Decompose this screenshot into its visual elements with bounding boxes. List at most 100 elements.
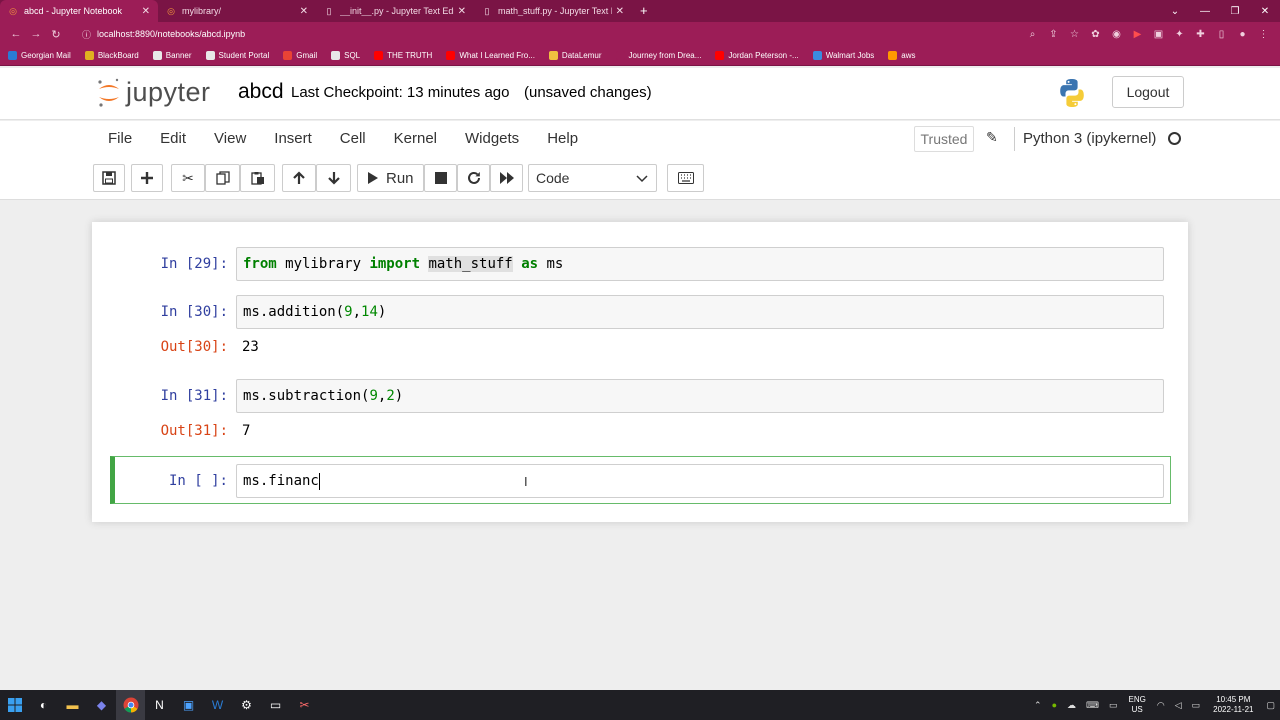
bookmark-student-portal[interactable]: Student Portal [205, 51, 269, 60]
puzzle-icon[interactable]: ✚ [1190, 29, 1211, 40]
cloud-icon[interactable]: ☁ [1062, 700, 1081, 711]
language-indicator[interactable]: ENG US [1123, 695, 1152, 715]
sidebar-icon[interactable]: ▯ [1211, 29, 1232, 40]
close-window-icon[interactable]: ✕ [1250, 0, 1280, 22]
keyboard-icon[interactable]: ⌨ [1081, 700, 1104, 711]
bookmark-gmail[interactable]: Gmail [283, 51, 317, 60]
bookmark-aws[interactable]: aws [888, 51, 916, 60]
menu-kernel[interactable]: Kernel [380, 130, 451, 147]
menu-help[interactable]: Help [533, 130, 592, 147]
word-icon[interactable]: W [203, 690, 232, 720]
copy-button[interactable] [205, 164, 240, 192]
nvidia-icon[interactable]: ● [1047, 700, 1062, 710]
notebook-name[interactable]: abcd [238, 80, 284, 104]
restart-button[interactable] [457, 164, 490, 192]
app-icon[interactable]: ▣ [174, 690, 203, 720]
tab-search-icon[interactable]: ⌄ [1160, 0, 1190, 22]
interrupt-button[interactable] [424, 164, 457, 192]
menu-icon[interactable]: ⋮ [1253, 29, 1274, 40]
logout-button[interactable]: Logout [1112, 76, 1184, 108]
bookmark-datalemur[interactable]: DataLemur [548, 51, 602, 60]
terminal-icon[interactable]: ▭ [261, 690, 290, 720]
extension-icon[interactable]: ▣ [1148, 29, 1169, 40]
code-number: 14 [361, 304, 378, 320]
move-down-button[interactable] [316, 164, 351, 192]
bookmark-icon [715, 51, 725, 60]
reload-icon[interactable]: ↻ [46, 28, 66, 41]
save-button[interactable] [93, 164, 125, 192]
cell-type-select[interactable]: Code [528, 164, 657, 192]
jupyter-logo[interactable]: jupyter [96, 76, 211, 108]
bookmark-journey[interactable]: Journey from Drea... [615, 51, 701, 60]
teams-icon[interactable]: ◆ [87, 690, 116, 720]
forward-icon[interactable]: → [26, 28, 46, 40]
clock[interactable]: 10:45 PM 2022-11-21 [1205, 695, 1261, 715]
cut-button[interactable]: ✂ [171, 164, 205, 192]
snip-tool-icon[interactable]: ✂ [290, 690, 319, 720]
info-icon[interactable]: ⓘ [82, 28, 91, 41]
close-icon[interactable]: ✕ [458, 6, 466, 17]
close-icon[interactable]: ✕ [142, 6, 150, 17]
back-icon[interactable]: ← [6, 28, 26, 40]
tab-init-editor[interactable]: ▯ __init__.py - Jupyter Text Editor ✕ [316, 0, 474, 22]
command-palette-button[interactable] [667, 164, 704, 192]
windows-start-icon[interactable] [0, 690, 29, 720]
bookmark-blackboard[interactable]: BlackBoard [84, 51, 139, 60]
wifi-icon[interactable]: ◠ [1152, 700, 1170, 711]
move-up-button[interactable] [282, 164, 316, 192]
volume-icon[interactable]: ◁ [1170, 700, 1187, 711]
code-input[interactable]: from mylibrary import math_stuff as ms [236, 247, 1164, 281]
bookmark-sql[interactable]: SQL [331, 51, 360, 60]
code-input-active[interactable]: ms.financ [236, 464, 1164, 498]
menu-widgets[interactable]: Widgets [451, 130, 533, 147]
battery-icon[interactable]: ▭ [1187, 700, 1206, 711]
code-number: 9 [369, 388, 378, 404]
zoom-icon[interactable]: ⌕ [1022, 29, 1043, 40]
restart-run-all-button[interactable] [490, 164, 523, 192]
url-field[interactable]: ⓘ localhost:8890/notebooks/abcd.ipynb [72, 25, 1022, 43]
tab-math-stuff-editor[interactable]: ▯ math_stuff.py - Jupyter Text Edito ✕ [474, 0, 632, 22]
checkpoint-status: Last Checkpoint: 13 minutes ago [291, 84, 510, 101]
share-icon[interactable]: ⇪ [1043, 29, 1064, 40]
chevron-up-icon[interactable]: ⌃ [1029, 700, 1047, 711]
extension-icon[interactable]: ✿ [1085, 29, 1106, 40]
menu-file[interactable]: File [94, 130, 146, 147]
restore-icon[interactable]: ❐ [1220, 0, 1250, 22]
profile-avatar[interactable]: ● [1232, 29, 1253, 40]
task-view-icon[interactable]: ◐ [29, 690, 58, 720]
trusted-indicator[interactable]: Trusted [914, 126, 974, 152]
minimize-icon[interactable]: — [1190, 0, 1220, 22]
chrome-icon[interactable] [116, 690, 145, 720]
file-explorer-icon[interactable]: ▬ [58, 690, 87, 720]
notification-icon[interactable]: ▢ [1261, 700, 1280, 711]
tab-abcd-notebook[interactable]: ◎ abcd - Jupyter Notebook ✕ [0, 0, 158, 22]
run-button[interactable]: Run [357, 164, 424, 192]
bookmark-georgian-mail[interactable]: Georgian Mail [8, 51, 71, 60]
extension-icon[interactable]: ▶ [1127, 29, 1148, 40]
bookmark-walmart-jobs[interactable]: Walmart Jobs [812, 51, 874, 60]
extension-icon[interactable]: ◉ [1106, 29, 1127, 40]
menu-cell[interactable]: Cell [326, 130, 380, 147]
edit-pencil-icon[interactable]: ✎ [986, 129, 998, 146]
bookmark-jordan-peterson[interactable]: Jordan Peterson -... [715, 51, 799, 60]
star-icon[interactable]: ☆ [1064, 29, 1085, 40]
new-tab-button[interactable]: + [640, 0, 648, 22]
bookmark-the-truth[interactable]: THE TRUTH [374, 51, 432, 60]
menu-view[interactable]: View [200, 130, 260, 147]
display-icon[interactable]: ▭ [1104, 700, 1123, 711]
kernel-name[interactable]: Python 3 (ipykernel) [1023, 130, 1156, 147]
close-icon[interactable]: ✕ [300, 6, 308, 17]
menu-edit[interactable]: Edit [146, 130, 200, 147]
settings-gear-icon[interactable]: ⚙ [232, 690, 261, 720]
tab-mylibrary[interactable]: ◎ mylibrary/ ✕ [158, 0, 316, 22]
code-input[interactable]: ms.subtraction(9, 2) [236, 379, 1164, 413]
extension-icon[interactable]: ✦ [1169, 29, 1190, 40]
bookmark-banner[interactable]: Banner [152, 51, 192, 60]
notion-icon[interactable]: N [145, 690, 174, 720]
code-input[interactable]: ms.addition(9, 14) [236, 295, 1164, 329]
bookmark-what-i-learned[interactable]: What I Learned Fro... [446, 51, 535, 60]
close-icon[interactable]: ✕ [616, 6, 624, 17]
menu-insert[interactable]: Insert [260, 130, 326, 147]
insert-cell-button[interactable] [131, 164, 163, 192]
paste-button[interactable] [240, 164, 275, 192]
